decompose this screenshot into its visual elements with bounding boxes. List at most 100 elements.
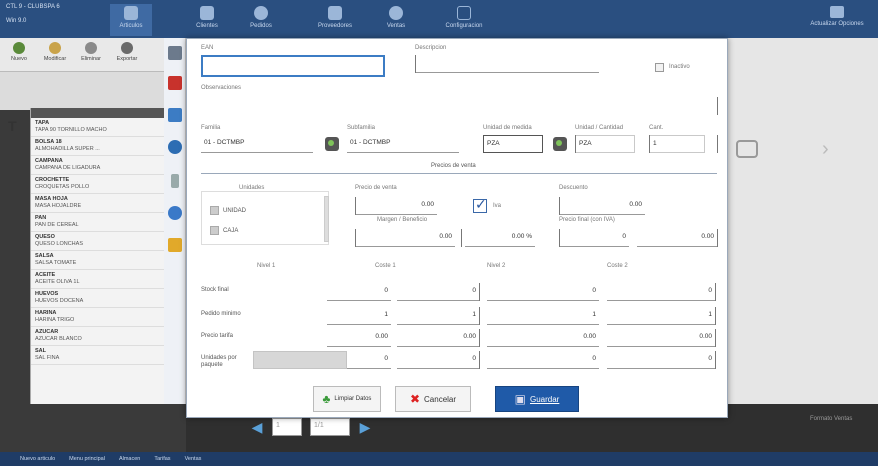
units-per-pack-grey-input[interactable] [253,351,347,369]
status-item[interactable]: Ventas [185,456,202,462]
list-item[interactable]: TAPA TAPA 90 TORNILLO MACHO [31,118,164,137]
unit-qty-label: Unidad / Cantidad [575,125,624,131]
list-item[interactable]: CROCHETTE CROQUETAS POLLO [31,175,164,194]
list-item[interactable]: MASA HOJA MASA HOJALDRE [31,194,164,213]
table-cell[interactable]: 0.00 [487,329,599,347]
tab-ventas[interactable]: Ventas [372,4,420,36]
table-cell[interactable]: 0 [397,283,479,301]
description-label: Descripcion [415,45,447,51]
table-cell[interactable]: 0.00 [327,329,391,347]
margin-label: Margen / Beneficio [377,217,428,223]
cancel-button[interactable]: ✖ Cancelar [395,386,471,412]
status-item[interactable]: Tarifas [154,456,170,462]
description-input[interactable] [415,55,599,73]
units-scrollbar[interactable] [324,196,329,242]
list-item[interactable]: SALSA SALSA TOMATE [31,251,164,270]
family-input[interactable]: 01 - DCTMBP [201,135,313,153]
table-cell[interactable]: 0 [397,351,479,369]
list-item-subtitle: QUESO LONCHAS [35,241,83,247]
tab-proveedores[interactable]: Proveedores [314,4,356,36]
next-page-button[interactable]: ▶ [354,418,376,436]
delete-button[interactable]: Eliminar [74,42,108,68]
table-cell[interactable]: 0 [607,351,715,369]
table-cell[interactable]: 0 [487,351,599,369]
margin-input[interactable]: 0.00 [355,229,455,247]
list-item[interactable]: CAMPANA CAMPANA DE LIGADURA [31,156,164,175]
status-item[interactable]: Menu principal [69,456,105,462]
unit-count-input[interactable]: 1 [649,135,705,153]
unit-qty-input[interactable]: PZA [575,135,635,153]
export-button[interactable]: Exportar [110,42,144,68]
filter-t-icon[interactable]: T [8,118,17,134]
subfamily-label: Subfamilia [347,125,376,131]
box-icon [124,6,138,20]
table-cell[interactable]: 0.00 [397,329,479,347]
col-header-nivel1: Nivel 1 [257,263,276,269]
table-cell[interactable]: 0.00 [607,329,715,347]
sale-price-input[interactable]: 0.00 [355,197,437,215]
final-price-iva-pct[interactable]: 0.00 [637,229,717,247]
save-button[interactable]: ▣ Guardar [495,386,579,412]
list-item[interactable]: SAL SAL FINA [31,346,164,365]
unit-item-unidad[interactable]: UNIDAD [210,206,246,215]
disk-icon: ▣ [514,392,526,406]
table-cell[interactable]: 1 [607,307,715,325]
edit-button[interactable]: Modificar [38,42,72,68]
final-price-iva-input[interactable]: 0 [559,229,629,247]
new-button[interactable]: Nuevo [2,42,36,68]
prev-page-button[interactable]: ◀ [246,418,268,436]
list-item[interactable]: ACEITE ACEITE OLIVA 1L [31,270,164,289]
list-item-subtitle: SAL FINA [35,355,60,361]
ean-input[interactable] [201,55,385,77]
list-item-title: CROCHETTE [35,177,70,183]
table-cell[interactable]: 0 [607,283,715,301]
inactive-checkbox[interactable] [655,63,664,72]
list-header [31,108,164,118]
unit-input[interactable]: PZA [483,135,543,153]
tab-configuracion[interactable]: Configuracion [436,4,492,36]
chart-bars-icon[interactable] [168,238,182,252]
tag-icon[interactable] [168,76,182,90]
ribbon-right-actions[interactable]: Actualizar Opciones [800,4,874,34]
list-item-title: CAMPANA [35,158,63,164]
list-item[interactable]: HUEVOS HUEVOS DOCENA [31,289,164,308]
trash-icon [85,42,97,54]
unit-item-caja[interactable]: CAJA [210,226,238,235]
family-search-icon[interactable] [325,137,339,151]
bottle-icon[interactable] [171,174,179,188]
tab-clientes[interactable]: Clientes [186,4,228,36]
export-icon [121,42,133,54]
margin-pct-input[interactable]: 0.00 % [465,229,535,247]
chevron-right-icon[interactable]: › [822,138,829,161]
tab-pedidos[interactable]: Pedidos [240,4,282,36]
status-item[interactable]: Nuevo articulo [20,456,55,462]
page-input[interactable]: 1 [272,418,302,436]
tab-articulos[interactable]: Articulos [110,4,152,36]
pencil-icon [49,42,61,54]
list-item-title: BOLSA 18 [35,139,62,145]
list-item[interactable]: HARINA HARINA TRIGO [31,308,164,327]
table-cell[interactable]: 1 [327,307,391,325]
iva-checkbox[interactable] [473,196,487,213]
unit-search-icon[interactable] [553,137,567,151]
camera-icon[interactable] [736,140,758,158]
list-item-title: ACEITE [35,272,56,278]
list-item[interactable]: PAN PAN DE CEREAL [31,213,164,232]
page-total: 1/1 [310,418,350,436]
table-cell[interactable]: 0 [487,283,599,301]
list-item[interactable]: BOLSA 18 ALMOHADILLA SUPER ... [31,137,164,156]
table-cell[interactable]: 0 [327,283,391,301]
discount-input[interactable]: 0.00 [559,197,645,215]
gear-icon[interactable] [168,206,182,220]
image-icon[interactable] [168,108,182,122]
table-cell[interactable]: 1 [487,307,599,325]
subfamily-input[interactable]: 01 - DCTMBP [347,135,459,153]
list-item[interactable]: AZUCAR AZUCAR BLANCO [31,327,164,346]
status-item[interactable]: Almacen [119,456,140,462]
clear-data-button[interactable]: ♣ Limpiar Datos [313,386,381,412]
pin-icon[interactable] [168,140,182,154]
list-item-subtitle: AZUCAR BLANCO [35,336,82,342]
list-item[interactable]: QUESO QUESO LONCHAS [31,232,164,251]
grid-icon[interactable] [168,46,182,60]
table-cell[interactable]: 1 [397,307,479,325]
